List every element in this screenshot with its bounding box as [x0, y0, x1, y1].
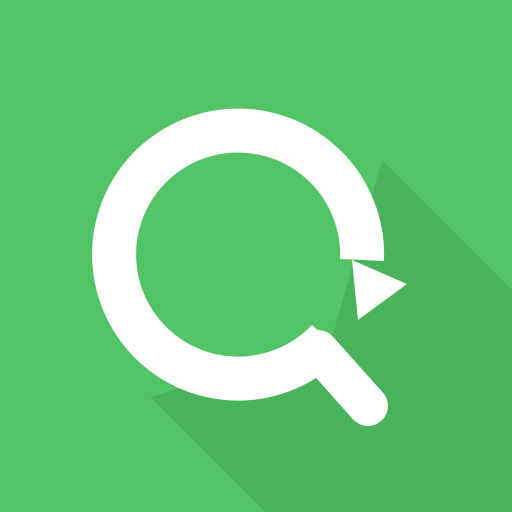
refresh-search-icon	[0, 0, 512, 512]
app-icon	[0, 0, 512, 512]
